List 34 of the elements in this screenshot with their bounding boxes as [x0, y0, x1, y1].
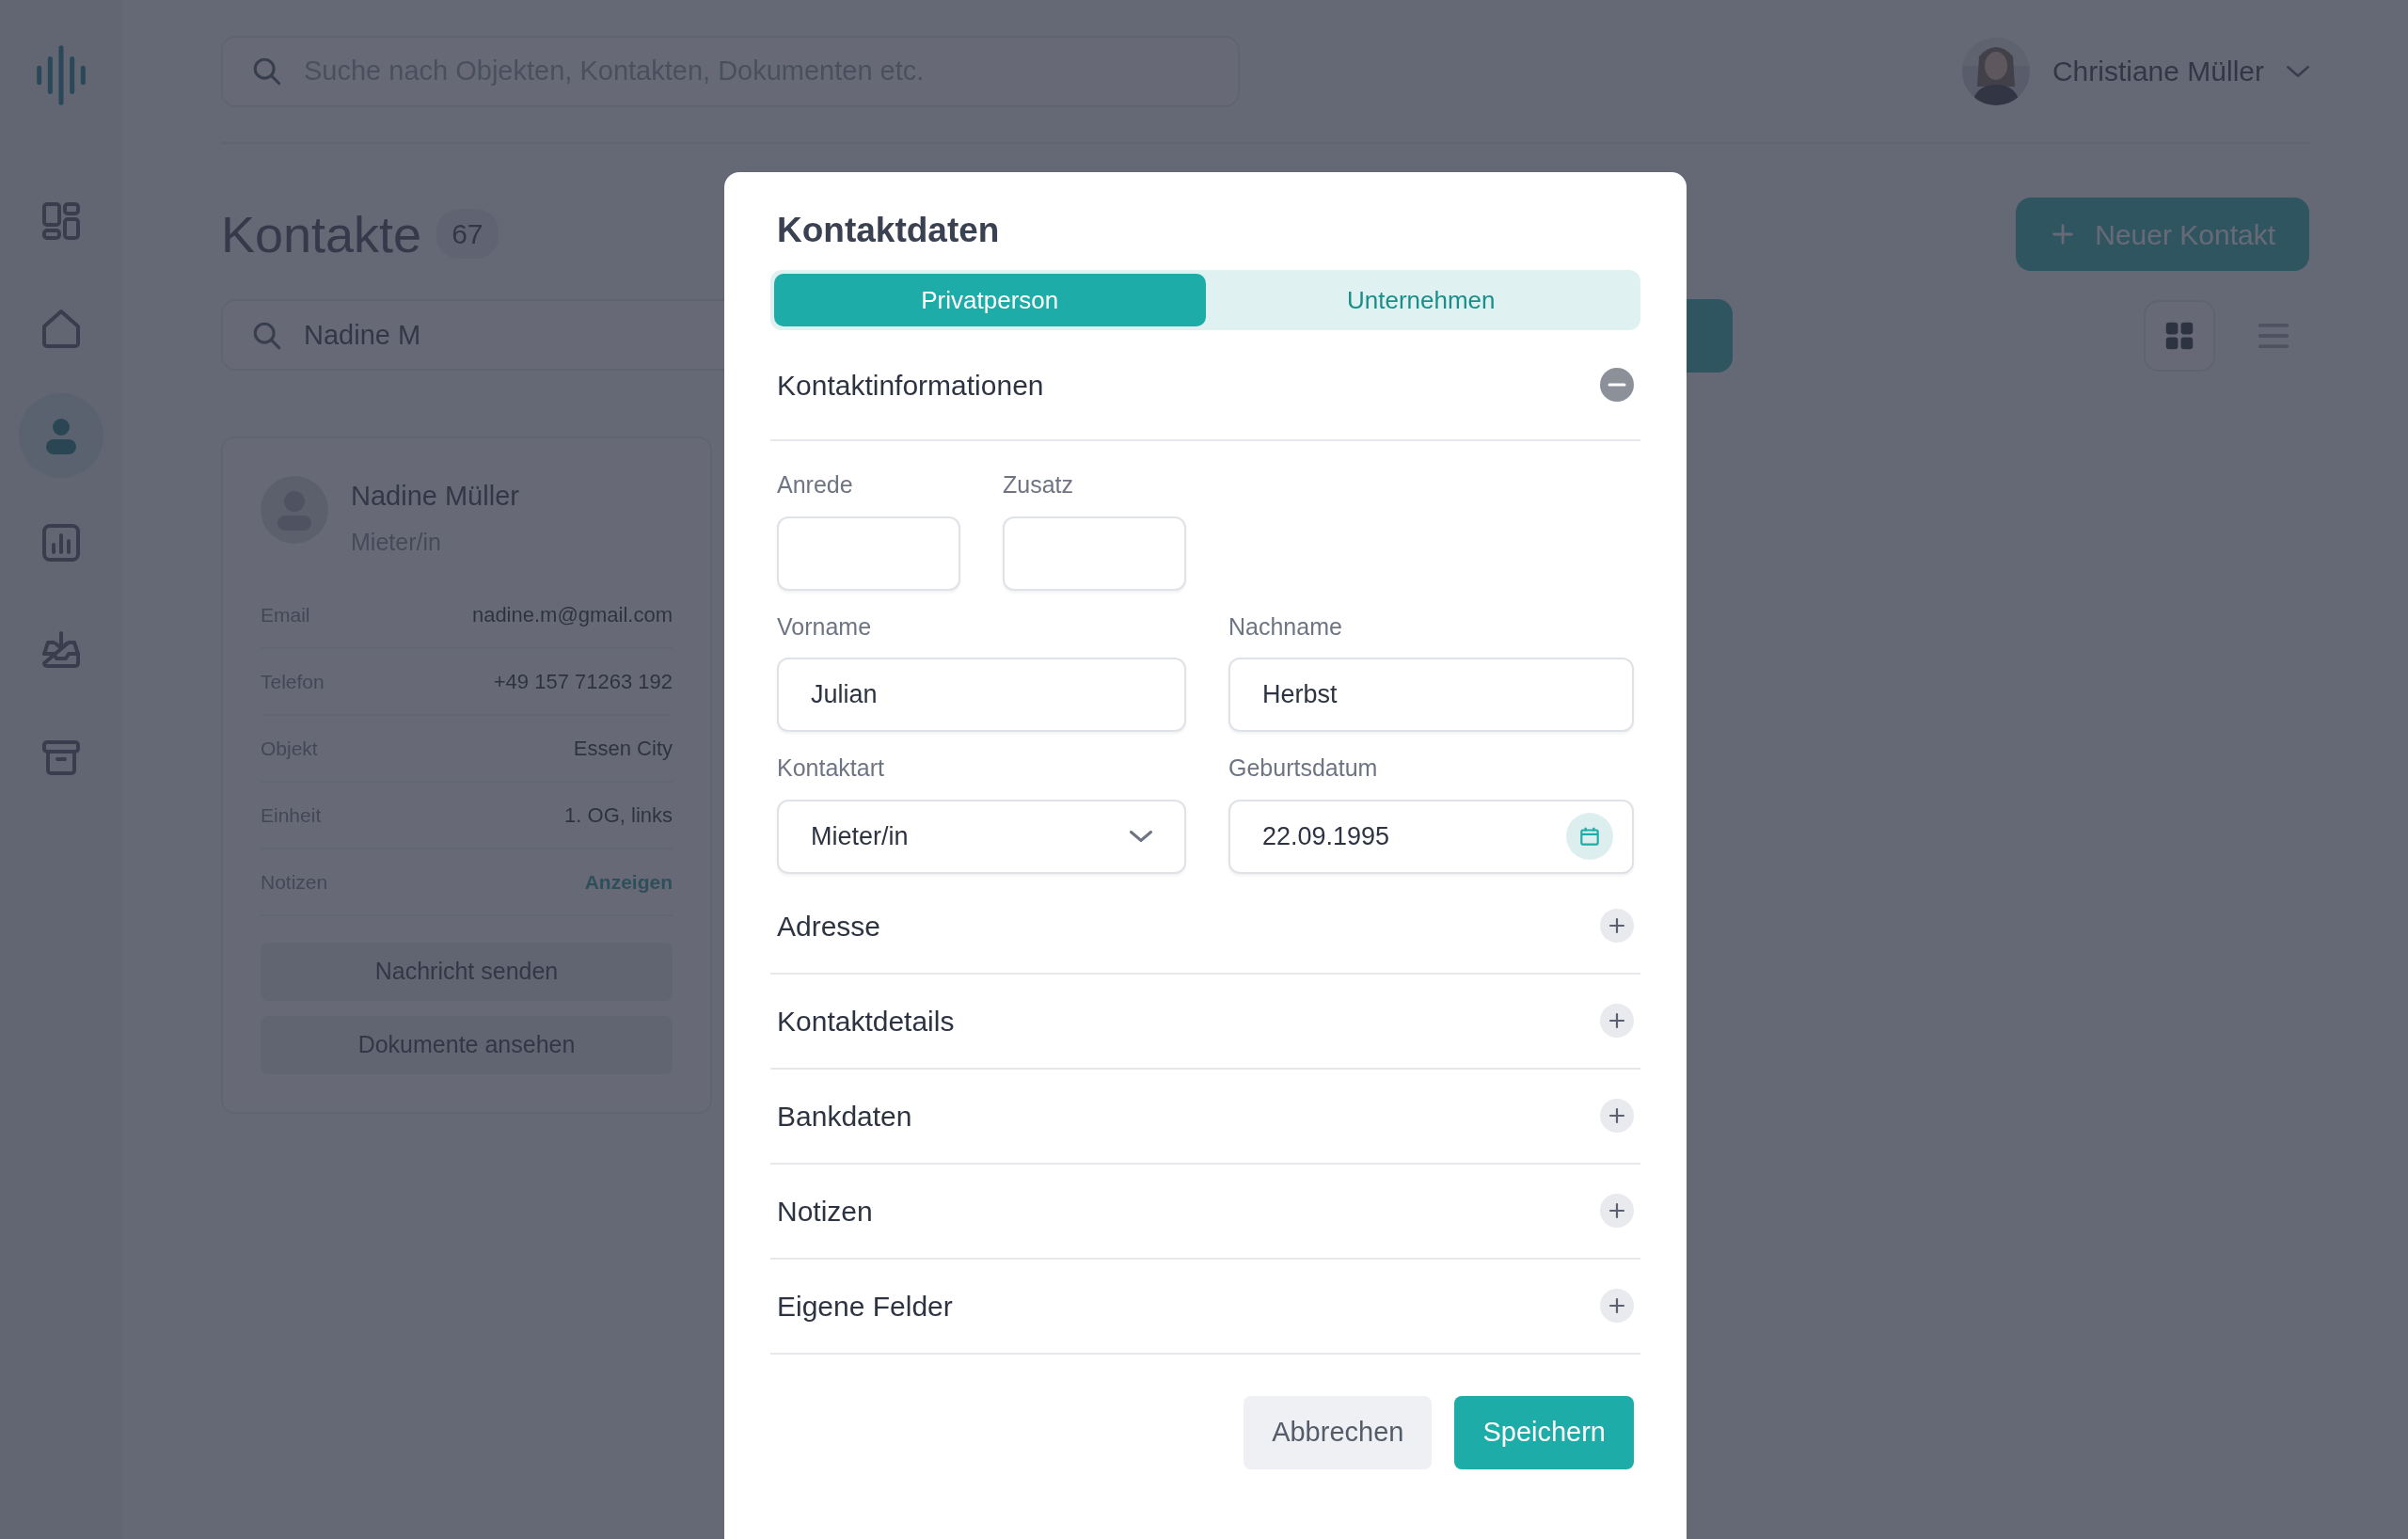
section-title: Kontaktdetails	[777, 1004, 955, 1039]
input-field[interactable]: Herbst	[1228, 658, 1634, 733]
dialog-title: Kontaktdaten	[777, 210, 1001, 251]
section-title: Bankdaten	[777, 1099, 912, 1134]
expand-button[interactable]	[1600, 1194, 1634, 1229]
expand-button[interactable]	[1600, 1004, 1634, 1039]
field-label: Anrede	[777, 470, 854, 500]
date-field[interactable]: 22.09.1995	[1228, 799, 1634, 874]
section-title: Kontaktinformationen	[777, 368, 1044, 403]
expand-button[interactable]	[1600, 909, 1634, 944]
chevron-down-icon	[1130, 831, 1152, 843]
field-label: Zusatz	[1003, 470, 1075, 500]
expand-button[interactable]	[1600, 1099, 1634, 1134]
field-value: 1. OG, links	[564, 802, 673, 829]
tab[interactable]: Unternehmen	[1205, 274, 1637, 327]
expand-button[interactable]	[1600, 1289, 1634, 1324]
save-button[interactable]: Speichern	[1454, 1395, 1634, 1469]
input-field[interactable]	[1003, 516, 1186, 591]
cancel-button[interactable]: Abbrechen	[1244, 1395, 1433, 1469]
input-field[interactable]: Julian	[777, 658, 1186, 733]
section-title: Eigene Felder	[777, 1289, 953, 1324]
field-value: +49 157 71263 192	[493, 669, 673, 695]
field-label: Geburtsdatum	[1228, 754, 1379, 784]
input-field[interactable]	[777, 516, 960, 591]
collapse-button[interactable]	[1600, 368, 1634, 403]
field-label: Kontaktart	[777, 754, 885, 784]
field-value: nadine.m@gmail.com	[471, 602, 673, 628]
select-field[interactable]: Mieter/in	[777, 799, 1186, 874]
section-title: Adresse	[777, 909, 881, 944]
field-label: Nachname	[1228, 611, 1343, 642]
tab[interactable]: Privatperson	[774, 274, 1206, 327]
section-title: Notizen	[777, 1194, 873, 1229]
field-label: Vorname	[777, 611, 873, 642]
field-value: Essen City	[573, 736, 673, 762]
